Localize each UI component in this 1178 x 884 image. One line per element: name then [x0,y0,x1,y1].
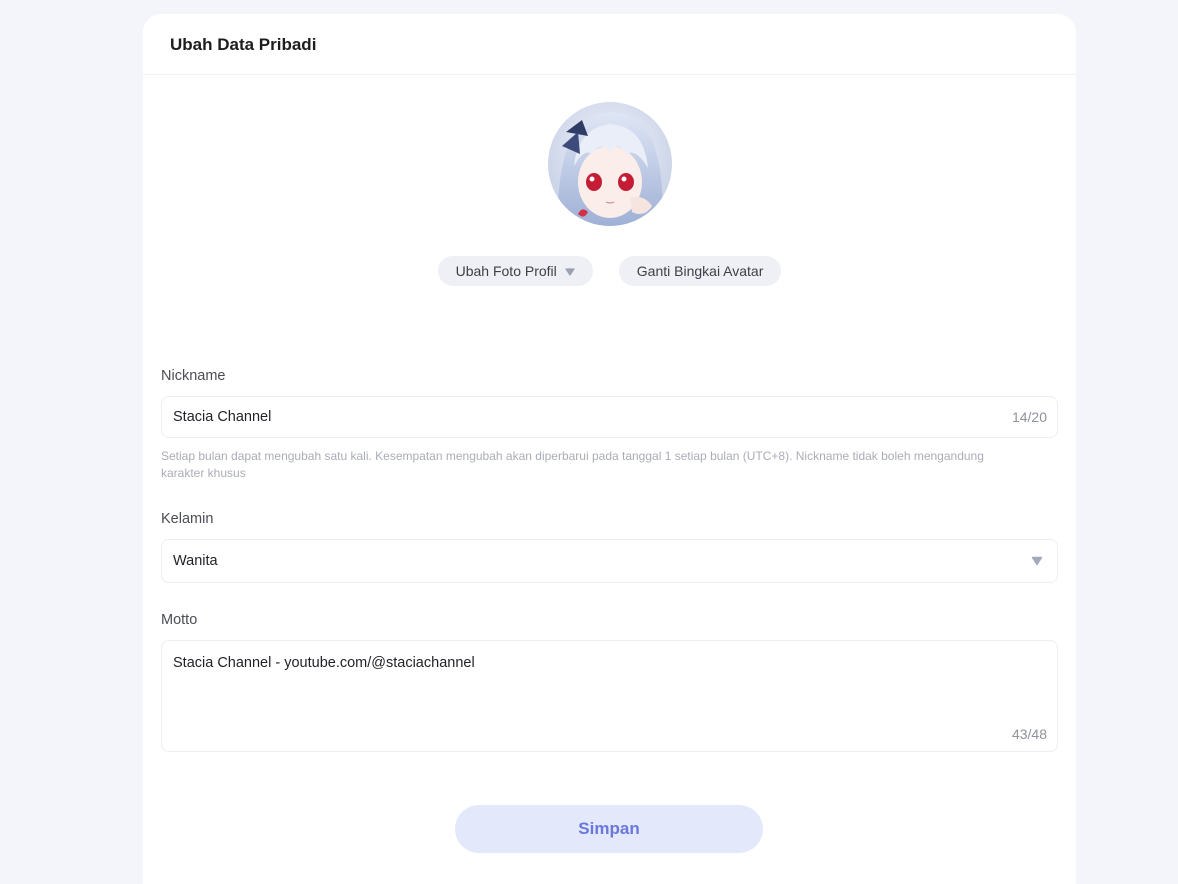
change-avatar-frame-button[interactable]: Ganti Bingkai Avatar [618,256,782,286]
change-photo-button[interactable]: Ubah Foto Profil [437,256,593,286]
page-title: Ubah Data Pribadi [170,35,317,54]
card-header: Ubah Data Pribadi [143,14,1076,75]
gender-label: Kelamin [161,511,214,527]
motto-value: Stacia Channel - youtube.com/@staciachan… [173,655,475,671]
nickname-hint: Setiap bulan dapat mengubah satu kali. K… [161,449,984,480]
avatar[interactable] [548,102,672,226]
motto-char-counter: 43/48 [1011,726,1047,742]
save-button[interactable]: Simpan [455,805,763,853]
chevron-down-icon [1031,556,1043,566]
nickname-label: Nickname [161,368,226,384]
avatar-image [548,102,672,226]
edit-profile-card: Ubah Data Pribadi Ubah Foto Profil Ganti… [143,14,1076,884]
change-photo-label: Ubah Foto Profil [455,263,557,279]
motto-label: Motto [161,612,198,628]
nickname-char-counter: 14/20 [1011,409,1047,425]
nickname-value: Stacia Channel [173,409,272,425]
motto-textarea[interactable]: Stacia Channel - youtube.com/@staciachan… [161,640,1058,752]
change-frame-label: Ganti Bingkai Avatar [636,263,764,279]
chevron-down-icon [565,267,575,276]
gender-select[interactable]: Wanita [161,539,1058,583]
avatar-actions: Ubah Foto Profil Ganti Bingkai Avatar [143,256,1076,286]
gender-value: Wanita [173,553,218,569]
nickname-input[interactable]: Stacia Channel 14/20 [161,396,1058,438]
